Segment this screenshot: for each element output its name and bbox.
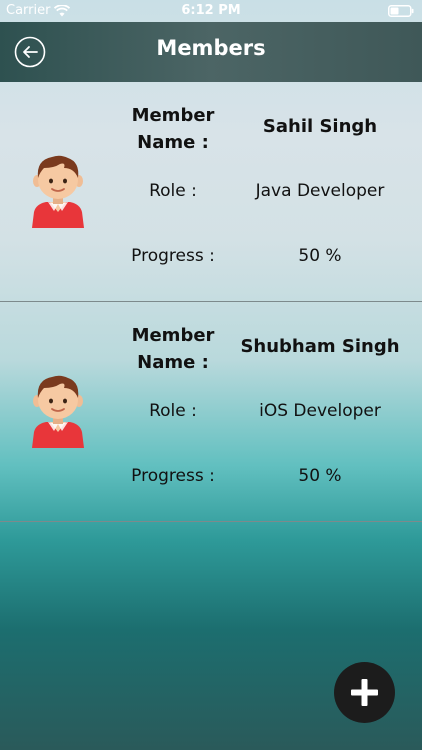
battery-icon bbox=[388, 5, 414, 17]
status-time: 6:12 PM bbox=[181, 3, 241, 18]
boy-avatar-icon bbox=[32, 375, 84, 448]
progress-value: 50 % bbox=[298, 466, 342, 486]
members-screen: Carrier 6:12 PM Members Member Name: Sa… bbox=[0, 0, 422, 750]
role-label: Role : bbox=[149, 181, 197, 201]
role-value: Java Developer bbox=[255, 181, 385, 201]
add-member-button[interactable] bbox=[334, 662, 395, 723]
member-list: Member Name : Sahil Singh Role : Java De… bbox=[0, 82, 422, 522]
member-name-value: Sahil Singh bbox=[262, 116, 378, 137]
role-label: Role : bbox=[149, 401, 197, 421]
progress-label: Progress : bbox=[131, 466, 215, 486]
role-value: iOS Developer bbox=[259, 401, 381, 421]
member-name-label: Member Name : bbox=[131, 325, 215, 373]
member-card[interactable]: Member Name : Sahil Singh Role : Java De… bbox=[0, 82, 422, 302]
member-card[interactable]: Member Name : Shubham Singh Role : iOS D… bbox=[0, 302, 422, 522]
page-title: Members bbox=[156, 36, 266, 60]
status-bar: Carrier 6:12 PM bbox=[0, 0, 422, 22]
status-battery bbox=[388, 5, 414, 21]
progress-value: 50 % bbox=[298, 246, 342, 266]
member-name-label: Member Name : bbox=[131, 105, 215, 153]
boy-avatar-icon bbox=[32, 155, 84, 228]
member-name-value: Shubham Singh bbox=[240, 336, 400, 357]
progress-label: Progress : bbox=[131, 246, 215, 266]
plus-icon bbox=[351, 679, 378, 706]
nav-bar: Members bbox=[0, 22, 422, 82]
